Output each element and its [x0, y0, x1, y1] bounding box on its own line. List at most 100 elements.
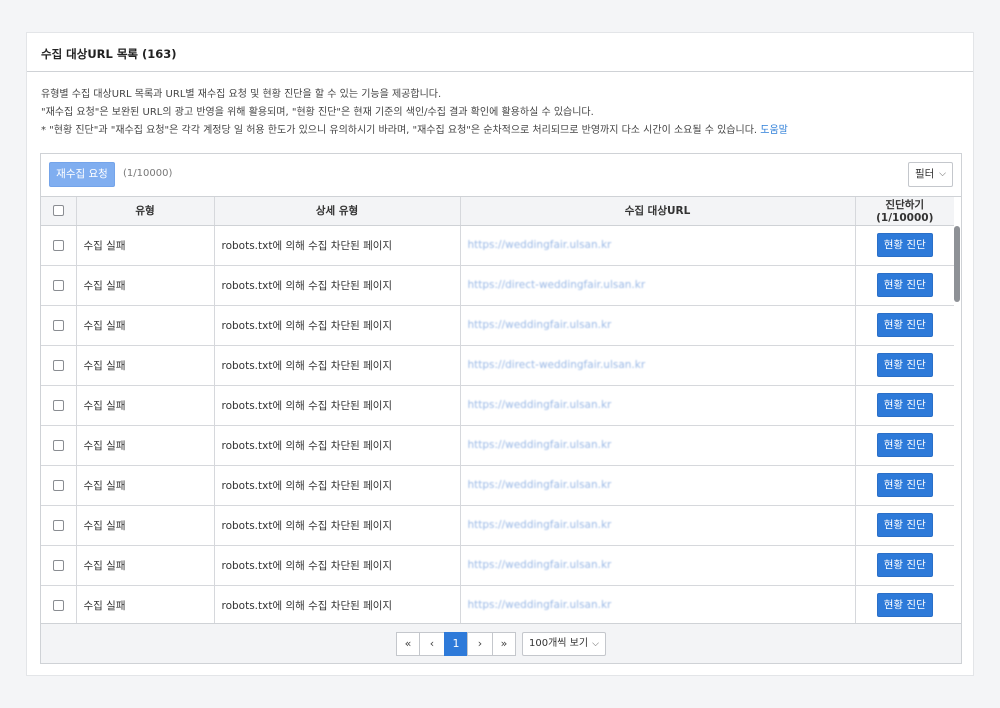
row-type: 수집 실패: [76, 505, 215, 546]
row-type: 수집 실패: [76, 585, 215, 626]
diagnose-button[interactable]: 현황 진단: [876, 513, 933, 537]
row-action-cell: 현황 진단: [855, 465, 954, 506]
filter-label: 필터: [915, 168, 935, 180]
table-row: 수집 실패 robots.txt에 의해 수집 차단된 페이지 https://we…: [41, 585, 954, 626]
row-type: 수집 실패: [76, 465, 215, 506]
description-line-3-text: * "현황 진단"과 "재수집 요청"은 각각 계정당 일 허용 한도가 있으니…: [41, 125, 758, 136]
table-row: 수집 실패 robots.txt에 의해 수집 차단된 페이지 https://we…: [41, 505, 954, 546]
row-type: 수집 실패: [76, 385, 215, 426]
chevron-down-icon: ⌵: [939, 169, 946, 179]
row-select-cell[interactable]: [41, 305, 77, 346]
filter-dropdown[interactable]: 필터 ⌵: [908, 162, 953, 187]
row-url[interactable]: https://weddingfair.ulsan.kr: [460, 585, 856, 626]
table-row: 수집 실패 robots.txt에 의해 수집 차단된 페이지 https://we…: [41, 425, 954, 466]
per-page-select[interactable]: 100개씩 보기 ⌵: [522, 632, 606, 656]
row-checkbox[interactable]: [52, 279, 64, 291]
url-list-card: 수집 대상URL 목록 (163) 유형별 수집 대상URL 목록과 URL별 …: [26, 32, 974, 676]
table-toolbar: 재수집 요청 (1/10000) 필터 ⌵: [41, 154, 961, 197]
table-row: 수집 실패 robots.txt에 의해 수집 차단된 페이지 https://we…: [41, 465, 954, 506]
first-page-button[interactable]: «: [396, 632, 420, 656]
url-table-panel: 재수집 요청 (1/10000) 필터 ⌵ 유형 상세 유형 수집 대상URL …: [40, 153, 962, 664]
row-action-cell: 현황 진단: [855, 265, 954, 306]
row-detail-type: robots.txt에 의해 수집 차단된 페이지: [214, 385, 461, 426]
row-url[interactable]: https://weddingfair.ulsan.kr: [460, 505, 856, 546]
row-detail-type: robots.txt에 의해 수집 차단된 페이지: [214, 425, 461, 466]
header-select-all[interactable]: [41, 197, 77, 226]
row-select-cell[interactable]: [41, 385, 77, 426]
last-page-button[interactable]: »: [492, 632, 516, 656]
row-action-cell: 현황 진단: [855, 385, 954, 426]
table-header-row: 유형 상세 유형 수집 대상URL 진단하기 (1/10000): [41, 197, 954, 226]
table-row: 수집 실패 robots.txt에 의해 수집 차단된 페이지 https://we…: [41, 225, 954, 266]
row-detail-type: robots.txt에 의해 수집 차단된 페이지: [214, 265, 461, 306]
row-detail-type: robots.txt에 의해 수집 차단된 페이지: [214, 305, 461, 346]
diagnose-button[interactable]: 현황 진단: [876, 273, 933, 297]
description-line-1: 유형별 수집 대상URL 목록과 URL별 재수집 요청 및 현황 진단을 할 …: [41, 89, 442, 100]
select-all-checkbox[interactable]: [52, 205, 64, 217]
row-checkbox[interactable]: [52, 479, 64, 491]
row-url[interactable]: https://weddingfair.ulsan.kr: [460, 425, 856, 466]
row-select-cell[interactable]: [41, 585, 77, 626]
header-diagnose: 진단하기 (1/10000): [855, 197, 954, 226]
row-checkbox[interactable]: [52, 599, 64, 611]
table-row: 수집 실패 robots.txt에 의해 수집 차단된 페이지 https://we…: [41, 385, 954, 426]
row-checkbox[interactable]: [52, 439, 64, 451]
recrawl-quota: (1/10000): [123, 168, 173, 179]
row-url[interactable]: https://weddingfair.ulsan.kr: [460, 545, 856, 586]
table-scrollbar[interactable]: [954, 226, 960, 302]
row-checkbox[interactable]: [52, 559, 64, 571]
row-detail-type: robots.txt에 의해 수집 차단된 페이지: [214, 585, 461, 626]
row-select-cell[interactable]: [41, 545, 77, 586]
description: 유형별 수집 대상URL 목록과 URL별 재수집 요청 및 현황 진단을 할 …: [27, 72, 973, 140]
diagnose-button[interactable]: 현황 진단: [876, 393, 933, 417]
row-type: 수집 실패: [76, 225, 215, 266]
header-type: 유형: [76, 197, 215, 226]
row-select-cell[interactable]: [41, 265, 77, 306]
row-select-cell[interactable]: [41, 225, 77, 266]
header-url: 수집 대상URL: [460, 197, 856, 226]
row-url[interactable]: https://direct-weddingfair.ulsan.kr: [460, 265, 856, 306]
diagnose-button[interactable]: 현황 진단: [876, 593, 933, 617]
row-checkbox[interactable]: [52, 319, 64, 331]
recrawl-request-button[interactable]: 재수집 요청: [49, 162, 115, 187]
card-title: 수집 대상URL 목록 (163): [27, 33, 973, 72]
row-action-cell: 현황 진단: [855, 545, 954, 586]
row-type: 수집 실패: [76, 425, 215, 466]
row-type: 수집 실패: [76, 545, 215, 586]
diagnose-button[interactable]: 현황 진단: [876, 313, 933, 337]
diagnose-button[interactable]: 현황 진단: [876, 353, 933, 377]
chevron-down-icon: ⌵: [592, 639, 599, 649]
row-type: 수집 실패: [76, 305, 215, 346]
row-checkbox[interactable]: [52, 239, 64, 251]
next-page-button[interactable]: ›: [467, 632, 493, 656]
diagnose-button[interactable]: 현황 진단: [876, 233, 933, 257]
prev-page-button[interactable]: ‹: [419, 632, 445, 656]
row-select-cell[interactable]: [41, 345, 77, 386]
row-type: 수집 실패: [76, 345, 215, 386]
row-select-cell[interactable]: [41, 505, 77, 546]
row-checkbox[interactable]: [52, 359, 64, 371]
row-action-cell: 현황 진단: [855, 345, 954, 386]
row-url[interactable]: https://weddingfair.ulsan.kr: [460, 465, 856, 506]
row-url[interactable]: https://weddingfair.ulsan.kr: [460, 305, 856, 346]
per-page-label: 100개씩 보기: [529, 638, 589, 649]
page-1-button[interactable]: 1: [444, 632, 468, 656]
row-select-cell[interactable]: [41, 465, 77, 506]
row-url[interactable]: https://weddingfair.ulsan.kr: [460, 225, 856, 266]
help-link[interactable]: 도움말: [760, 125, 788, 136]
description-line-2: "재수집 요청"은 보완된 URL의 광고 반영을 위해 활용되며, "현황 진…: [41, 107, 594, 118]
row-checkbox[interactable]: [52, 519, 64, 531]
diagnose-button[interactable]: 현황 진단: [876, 433, 933, 457]
row-checkbox[interactable]: [52, 399, 64, 411]
url-table: 유형 상세 유형 수집 대상URL 진단하기 (1/10000) 수집 실패 ro…: [41, 197, 954, 626]
row-url[interactable]: https://direct-weddingfair.ulsan.kr: [460, 345, 856, 386]
row-type: 수집 실패: [76, 265, 215, 306]
diagnose-button[interactable]: 현황 진단: [876, 473, 933, 497]
row-url[interactable]: https://weddingfair.ulsan.kr: [460, 385, 856, 426]
diagnose-button[interactable]: 현황 진단: [876, 553, 933, 577]
table-row: 수집 실패 robots.txt에 의해 수집 차단된 페이지 https://we…: [41, 305, 954, 346]
header-detail-type: 상세 유형: [214, 197, 461, 226]
row-action-cell: 현황 진단: [855, 505, 954, 546]
row-select-cell[interactable]: [41, 425, 77, 466]
row-detail-type: robots.txt에 의해 수집 차단된 페이지: [214, 545, 461, 586]
